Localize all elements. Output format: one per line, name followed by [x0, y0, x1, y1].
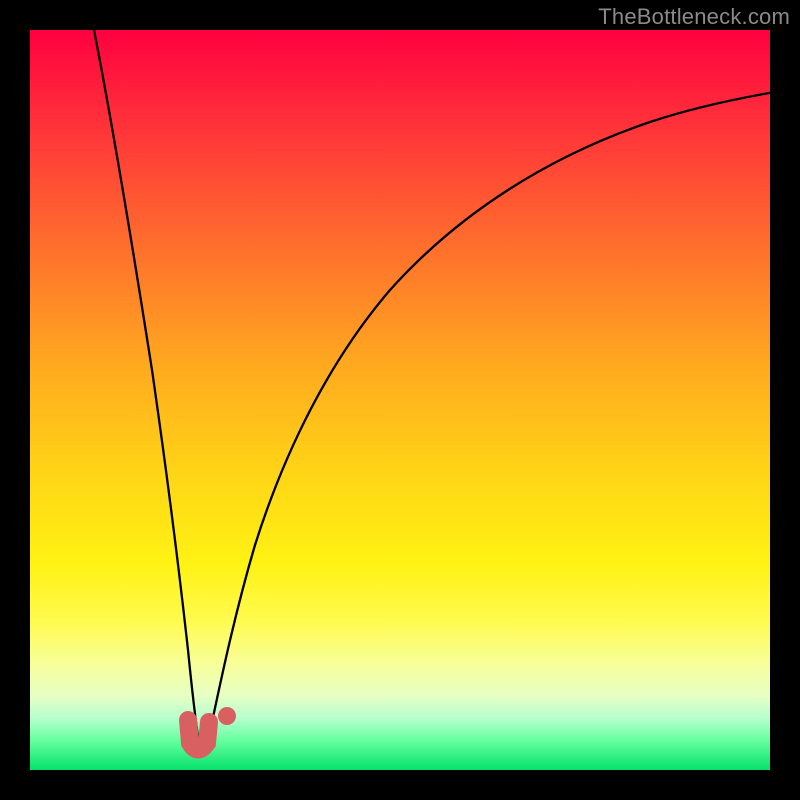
curve-right-branch: [206, 92, 770, 750]
curve-left-branch: [92, 30, 200, 750]
plot-area: [30, 30, 770, 770]
valley-marker-dot: [218, 707, 236, 725]
chart-frame: TheBottleneck.com: [0, 0, 800, 800]
watermark-text: TheBottleneck.com: [598, 4, 790, 30]
bottleneck-curve: [30, 30, 770, 770]
